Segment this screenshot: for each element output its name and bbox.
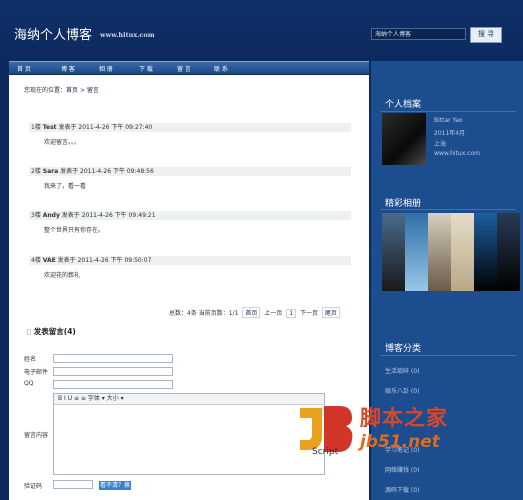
nav-blog[interactable]: 博 客 <box>61 64 75 73</box>
main-nav: 首 页 博 客 相 册 下 载 留 言 联 系 <box>9 61 369 74</box>
editor-toolbar[interactable]: B I U ≡ ≡ 字体 ▾ 大小 ▾ <box>54 394 324 405</box>
form-title-text: 发表留言(4) <box>33 327 76 336</box>
comment-time: 2011-4-26 下午 09:48:56 <box>80 168 154 175</box>
category-title: 博客分类 <box>385 344 422 354</box>
album-title: 精彩相册 <box>385 199 422 209</box>
pager-summary: 总数：4条 当前页数：1/1 <box>169 310 239 317</box>
name-label: 姓名 <box>24 356 37 363</box>
pager-first[interactable]: 首页 <box>242 307 261 318</box>
captcha-label: 验证码 <box>24 483 43 490</box>
divider <box>381 355 516 356</box>
captcha-refresh-link[interactable]: 看不清？换一张 <box>99 481 131 498</box>
pager-page[interactable]: 1 <box>286 309 297 318</box>
site-header: 海纳个人博客 www.hitux.com 海纳个人博客 搜 寻 <box>0 0 523 60</box>
profile-site[interactable]: www.hitux.com <box>434 150 480 157</box>
nav-album[interactable]: 相 册 <box>99 64 113 73</box>
category-item[interactable]: 生活琐碎 (0) <box>385 366 419 375</box>
comment-body: 欢迎留言。。。 <box>44 139 81 146</box>
comment-label: 发表于 <box>57 257 76 264</box>
comment-header: 1楼 Test 发表于 2011-4-26 下午 09:27:40 <box>29 123 351 132</box>
comment-floor: 3楼 <box>31 212 41 219</box>
divider <box>381 111 516 112</box>
comment-body: 整个世界只有你存在。 <box>44 227 105 234</box>
divider <box>381 209 516 210</box>
watermark-cn: 脚本之家 <box>360 406 448 430</box>
photo-strip[interactable] <box>382 213 520 291</box>
album-photo[interactable] <box>382 213 405 291</box>
comment-floor: 2楼 <box>31 168 41 175</box>
breadcrumb-home[interactable]: 首页 <box>66 87 78 94</box>
email-field[interactable] <box>53 367 173 376</box>
album-photo[interactable] <box>451 213 474 291</box>
document-icon: ▯ <box>27 327 32 336</box>
pager-next[interactable]: 下一页 <box>300 310 318 317</box>
comment-label: 发表于 <box>58 124 77 131</box>
qq-field[interactable] <box>53 380 173 389</box>
content-label: 留言内容 <box>24 432 49 439</box>
comment-body: 我来了，看一看 <box>44 183 87 190</box>
album-photo[interactable] <box>497 213 520 291</box>
category-item[interactable]: 源码下载 (0) <box>385 485 419 494</box>
pagination: 总数：4条 当前页数：1/1 首页 上一页 1 下一页 尾页 <box>169 307 342 318</box>
captcha-field[interactable] <box>53 480 93 489</box>
avatar <box>382 113 426 165</box>
comment-label: 发表于 <box>60 168 79 175</box>
pager-prev[interactable]: 上一页 <box>264 310 282 317</box>
category-item[interactable]: 娱乐八卦 (0) <box>385 386 419 395</box>
jb-logo-icon: Script <box>300 406 353 456</box>
album-photo[interactable] <box>428 213 451 291</box>
comment-body: 欢迎花的葬礼 <box>44 272 81 279</box>
comment-header: 2楼 Sara 发表于 2011-4-26 下午 09:48:56 <box>29 167 351 176</box>
breadcrumb: 您现在的位置：首页 > 留言 <box>24 85 99 94</box>
nav-download[interactable]: 下 载 <box>139 64 153 73</box>
comment-time: 2011-4-26 下午 09:27:40 <box>78 124 153 131</box>
nav-home[interactable]: 首 页 <box>17 64 31 73</box>
pager-last[interactable]: 尾页 <box>321 307 340 318</box>
content-editor[interactable]: B I U ≡ ≡ 字体 ▾ 大小 ▾ <box>53 393 325 475</box>
comment-floor: 1楼 <box>31 124 41 131</box>
profile-title: 个人档案 <box>385 100 422 110</box>
nav-guestbook[interactable]: 留 言 <box>177 64 191 73</box>
breadcrumb-current[interactable]: 留言 <box>87 87 99 94</box>
comment-author: Sara <box>42 168 59 175</box>
comment-author: VAE <box>42 257 56 264</box>
qq-label: QQ <box>24 380 34 387</box>
album-photo[interactable] <box>474 213 497 291</box>
site-url[interactable]: www.hitux.com <box>100 31 155 39</box>
search-button[interactable]: 搜 寻 <box>470 27 502 43</box>
comment-time: 2011-4-26 下午 09:50:07 <box>77 257 152 264</box>
form-title: ▯ 发表留言(4) <box>27 326 76 337</box>
watermark: Script 脚本之家 jb51.net <box>296 400 506 468</box>
comment-time: 2011-4-26 下午 09:49:21 <box>81 212 156 219</box>
profile-city: 上海 <box>434 141 447 148</box>
name-field[interactable] <box>53 354 173 363</box>
watermark-script: Script <box>312 447 339 456</box>
comment-header: 3楼 Andy 发表于 2011-4-26 下午 09:49:21 <box>29 211 351 220</box>
comment-author: Andy <box>42 212 60 219</box>
comment-header: 4楼 VAE 发表于 2011-4-26 下午 09:50:07 <box>29 256 351 265</box>
search-input[interactable]: 海纳个人博客 <box>371 28 466 40</box>
breadcrumb-prefix: 您现在的位置： <box>24 87 67 94</box>
watermark-url: jb51.net <box>360 432 440 452</box>
nav-contact[interactable]: 联 系 <box>214 64 228 73</box>
comment-label: 发表于 <box>61 212 80 219</box>
email-label: 电子邮件 <box>24 369 49 376</box>
profile-name: Bittar Yao <box>434 117 463 124</box>
comment-floor: 4楼 <box>31 257 41 264</box>
album-photo[interactable] <box>405 213 428 291</box>
site-title[interactable]: 海纳个人博客 <box>14 24 92 43</box>
profile-date: 2011年4月 <box>434 130 466 137</box>
breadcrumb-sep: > <box>78 87 87 94</box>
comment-author: Test <box>42 124 57 131</box>
